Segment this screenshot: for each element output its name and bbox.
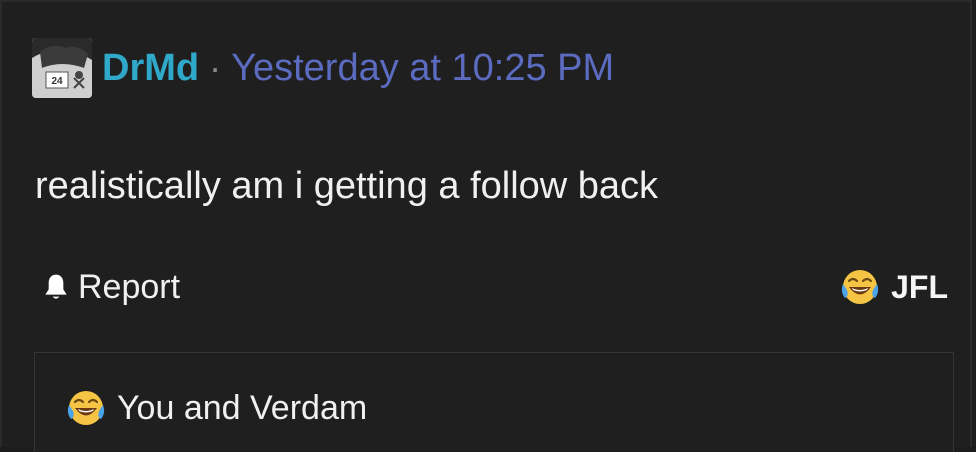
laughing-crying-emoji-icon bbox=[67, 391, 105, 425]
reactions-summary-text: You and Verdam bbox=[117, 388, 368, 427]
reactions-summary-content: You and Verdam bbox=[65, 387, 367, 429]
avatar-badge-number: 24 bbox=[51, 76, 63, 87]
post-timestamp[interactable]: Yesterday at 10:25 PM bbox=[231, 47, 614, 90]
separator-dot: · bbox=[209, 47, 222, 88]
username[interactable]: DrMd bbox=[102, 47, 199, 90]
reaction-label: JFL bbox=[891, 268, 948, 305]
reaction-button[interactable]: JFL bbox=[839, 266, 948, 308]
post-header: 24 DrMd · Yesterday at 10:25 PM bbox=[32, 38, 614, 98]
report-label: Report bbox=[78, 268, 181, 306]
reactions-summary[interactable]: You and Verdam bbox=[34, 352, 954, 452]
avatar[interactable]: 24 bbox=[32, 38, 92, 98]
laughing-crying-emoji-icon bbox=[841, 270, 879, 304]
post-message: realistically am i getting a follow back bbox=[35, 165, 659, 207]
post-container: 24 DrMd · Yesterday at 10:25 PM realisti… bbox=[0, 0, 972, 452]
bell-icon bbox=[45, 274, 67, 299]
avatar-image: 24 bbox=[32, 38, 92, 98]
report-button[interactable]: Report bbox=[40, 268, 180, 307]
